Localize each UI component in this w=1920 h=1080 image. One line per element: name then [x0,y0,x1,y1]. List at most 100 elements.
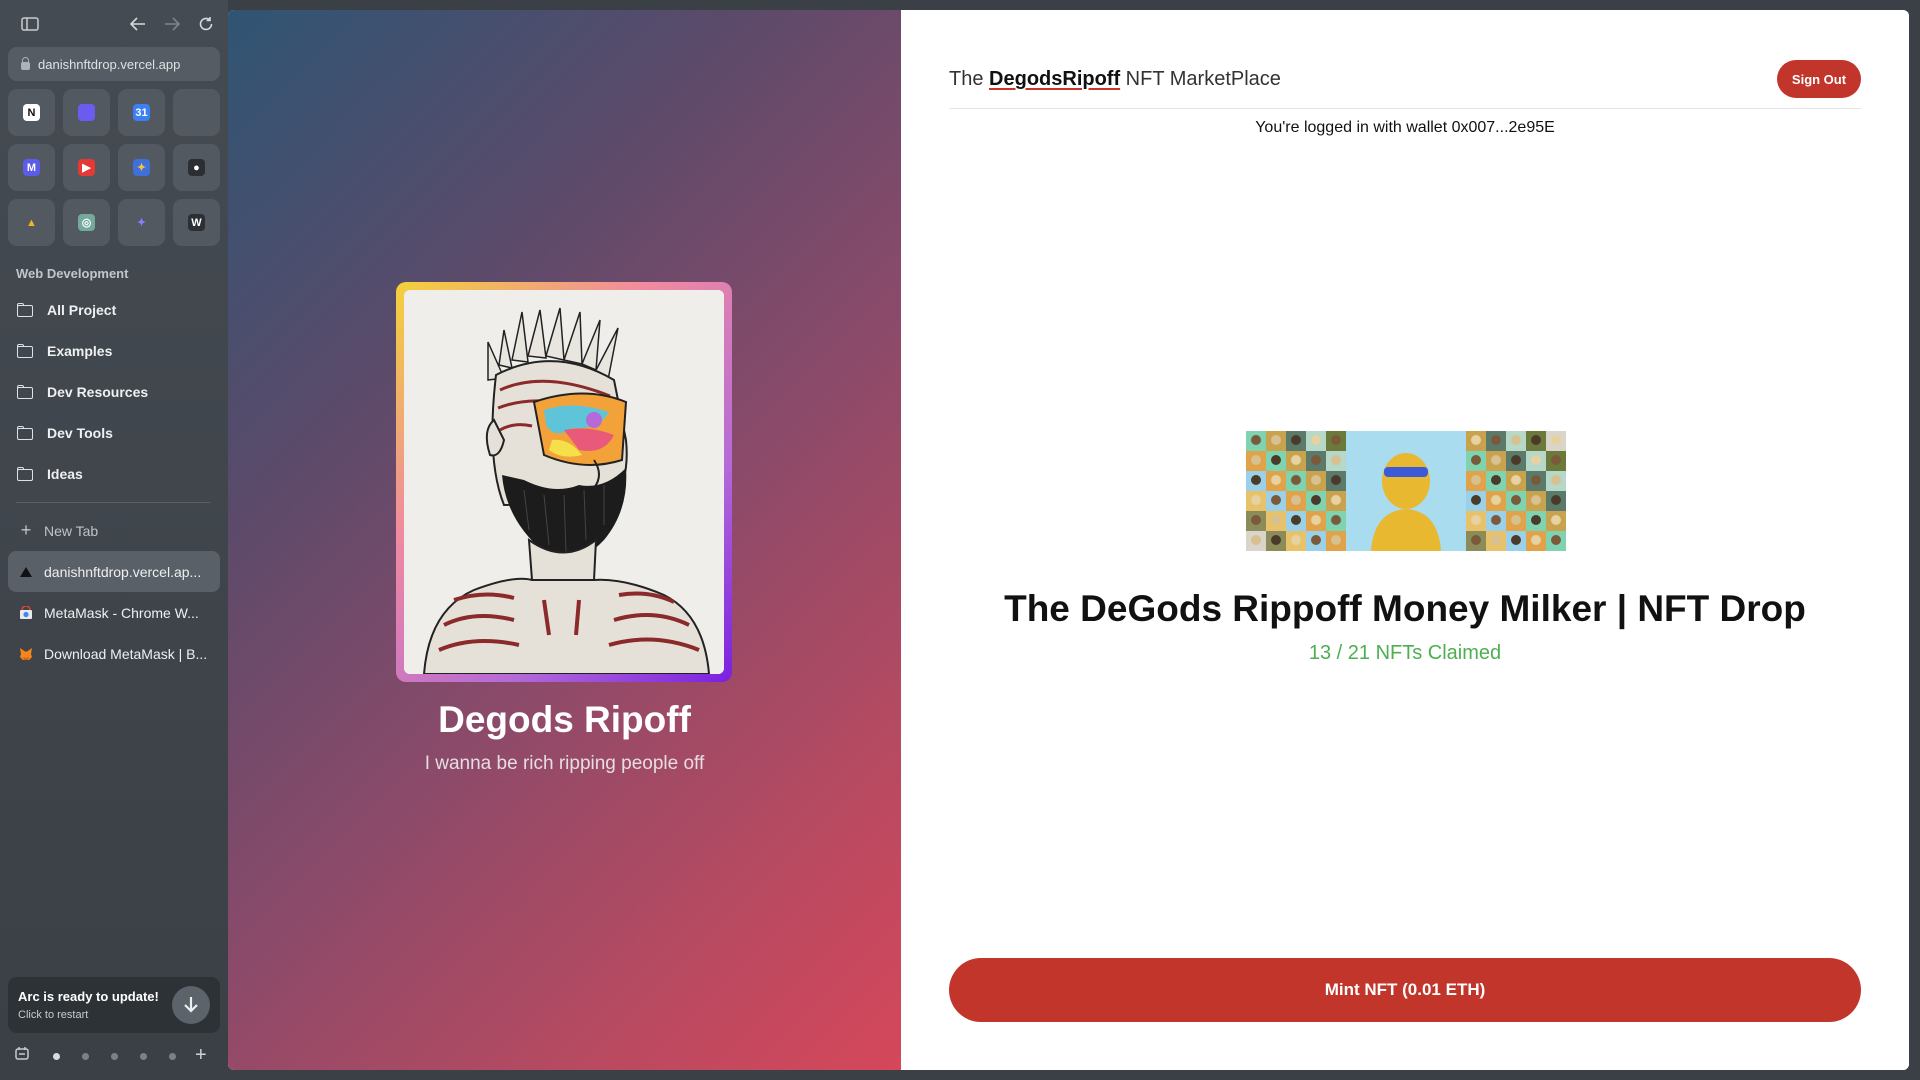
favorite-chatgpt[interactable]: ◎ [63,199,110,246]
mosaic-ape-face [1511,495,1521,505]
favorite-github[interactable]: ● [173,144,220,191]
back-arrow-icon[interactable] [124,10,152,38]
chatgpt-icon: ◎ [78,214,95,231]
mosaic-ape-face [1311,435,1321,445]
mosaic-ape-face [1551,475,1561,485]
mosaic-ape-face [1531,515,1541,525]
vercel-icon [19,565,33,579]
favorite-linear[interactable] [63,89,110,136]
update-title: Arc is ready to update! [18,989,159,1004]
tab-download-metamask[interactable]: Download MetaMask | B... [8,633,220,674]
favorite-mail[interactable]: M [8,144,55,191]
wordpad-icon: W [188,214,205,231]
nft-image-card [396,282,732,682]
tab-metamask-chrome-web-store[interactable]: MetaMask - Chrome W... [8,592,220,633]
mosaic-ape-face [1551,515,1561,525]
folder-label: Dev Resources [47,383,149,400]
browser-sidebar: danishnftdrop.vercel.app N 31 M ▶ ✦ ● ▲ ◎ ✦ W Web… [0,0,228,1080]
tab-list: + New Tab danishnftdrop.vercel.ap... Met… [8,510,220,674]
mosaic-ape-face [1311,495,1321,505]
lock-icon [21,57,30,70]
favorite-youtube[interactable]: ▶ [63,144,110,191]
mosaic-ape-face [1491,495,1501,505]
space-dot[interactable] [82,1053,89,1060]
collection-title: Degods Ripoff [438,699,691,740]
site-header: The DegodsRipoff NFT MarketPlace Sign Ou… [949,60,1861,109]
mosaic-ape-face [1291,515,1301,525]
update-notice[interactable]: Arc is ready to update! Click to restart [8,977,220,1033]
reload-icon[interactable] [192,10,220,38]
folder-label: Dev Tools [47,424,113,441]
mosaic-ape-face [1551,495,1561,505]
favorite-notion[interactable]: N [8,89,55,136]
folder-dev-tools[interactable]: Dev Tools [8,412,220,453]
mosaic-ape-face [1251,535,1261,545]
mosaic-ape-face [1531,435,1541,445]
favorite-wordpad[interactable]: W [173,199,220,246]
mosaic-ape-face [1291,495,1301,505]
favorite-gemini[interactable]: ✦ [118,199,165,246]
download-arrow-icon[interactable] [172,986,210,1024]
folder-ideas[interactable]: Ideas [8,453,220,494]
forward-arrow-icon[interactable] [158,10,186,38]
mosaic-ape-face [1331,515,1341,525]
figma-icon: ✦ [133,159,150,176]
folder-icon [17,466,35,481]
google-drive-icon: ▲ [26,216,37,229]
new-tab-button[interactable]: + New Tab [8,510,220,551]
tab-label: MetaMask - Chrome W... [44,604,199,621]
space-dot[interactable] [140,1053,147,1060]
mosaic-ape-face [1251,455,1261,465]
url-bar[interactable]: danishnftdrop.vercel.app [8,47,220,81]
mosaic-ape-face [1251,495,1261,505]
site-brand[interactable]: The DegodsRipoff NFT MarketPlace [949,68,1281,91]
folder-dev-resources[interactable]: Dev Resources [8,371,220,412]
sidebar-topbar [0,10,228,38]
mosaic-ape-face [1331,455,1341,465]
collection-description: I wanna be rich ripping people off [424,753,705,774]
mosaic-ape-face [1271,435,1281,445]
favorite-google-drive[interactable]: ▲ [8,199,55,246]
favorite-empty-slot[interactable] [173,89,220,136]
mosaic-ape-face [1331,475,1341,485]
empty-slot-icon [188,104,205,121]
folder-icon [17,425,35,440]
chrome-web-store-icon [19,605,33,620]
mosaic-ape-face [1271,455,1281,465]
mosaic-ape-face [1291,455,1301,465]
mosaic-ape-face [1291,475,1301,485]
nft-collection-mosaic-image [1246,431,1566,551]
mosaic-ape-face [1471,495,1481,505]
favorite-calendar[interactable]: 31 [118,89,165,136]
mosaic-ape-face [1311,535,1321,545]
mosaic-ape-face [1531,475,1541,485]
folder-label: Ideas [47,465,83,482]
mosaic-ape-face [1551,455,1561,465]
mint-nft-button[interactable]: Mint NFT (0.01 ETH) [949,958,1861,1022]
collection-hero-panel: Degods Ripoff I wanna be rich ripping pe… [228,10,901,1070]
mosaic-ape-face [1551,535,1561,545]
brand-prefix: The [949,68,990,90]
sign-out-button[interactable]: Sign Out [1777,60,1861,98]
plus-icon: + [20,520,32,540]
add-space-plus-icon[interactable]: + [195,1044,207,1067]
sidebar-divider [16,502,210,503]
mosaic-ape-face [1311,475,1321,485]
folder-all-project[interactable]: All Project [8,289,220,330]
favorite-figma[interactable]: ✦ [118,144,165,191]
space-dot[interactable] [111,1053,118,1060]
space-dot[interactable] [169,1053,176,1060]
space-section-label: Web Development [16,266,129,281]
sidebar-toggle-icon[interactable] [16,10,44,38]
tab-danishnftdrop[interactable]: danishnftdrop.vercel.ap... [8,551,220,592]
mosaic-ape-face [1531,535,1541,545]
space-dot-active[interactable] [53,1053,60,1060]
folder-examples[interactable]: Examples [8,330,220,371]
mosaic-ape-face [1491,475,1501,485]
tab-label: danishnftdrop.vercel.ap... [44,563,202,580]
mosaic-ape-face [1271,475,1281,485]
notion-icon: N [23,104,40,121]
mosaic-ape-face [1491,435,1501,445]
gemini-icon: ✦ [136,217,147,229]
archive-icon[interactable] [15,1046,29,1060]
